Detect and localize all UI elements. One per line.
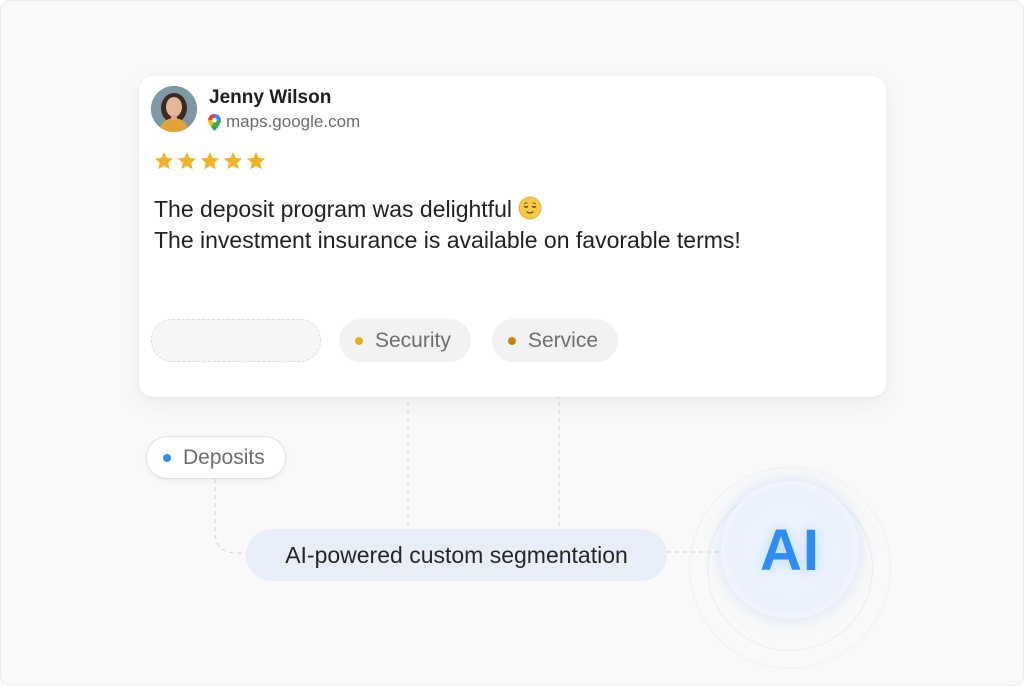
avatar — [151, 86, 197, 132]
ai-badge[interactable]: AI — [721, 481, 859, 619]
star-icon — [154, 151, 174, 170]
ai-badge-label: AI — [760, 517, 820, 583]
tag-dot-icon — [163, 453, 171, 462]
tag-dot-icon — [508, 336, 516, 345]
map-pin-icon — [208, 113, 221, 131]
relieved-face-emoji-icon — [518, 196, 542, 220]
avatar-portrait-icon — [151, 86, 197, 132]
review-text: The deposit program was delightful The i… — [154, 194, 741, 256]
review-text-line1: The deposit program was delightful — [154, 196, 512, 222]
review-source: maps.google.com — [208, 112, 360, 132]
review-text-line2: The investment insurance is available on… — [154, 227, 741, 253]
review-text-line: The deposit program was delightful — [154, 194, 741, 225]
tag-security[interactable]: Security — [339, 319, 471, 362]
tag-service[interactable]: Service — [492, 319, 619, 362]
segmentation-pill[interactable]: AI-powered custom segmentation — [246, 529, 667, 581]
tag-security-label: Security — [375, 328, 451, 352]
star-icon — [177, 151, 197, 170]
empty-tag-placeholder — [151, 319, 321, 362]
star-icon — [200, 151, 220, 170]
tag-dot-icon — [355, 336, 363, 345]
connector-deposits — [214, 479, 246, 554]
segmentation-label: AI-powered custom segmentation — [285, 541, 628, 568]
canvas-frame: Jenny Wilson maps.google.com The deposit… — [0, 0, 1024, 686]
tag-service-label: Service — [528, 328, 599, 352]
star-rating — [153, 150, 267, 172]
star-icon — [246, 151, 266, 170]
tag-deposits-label: Deposits — [183, 445, 265, 469]
star-icon — [223, 151, 243, 170]
tag-deposits[interactable]: Deposits — [146, 436, 286, 479]
reviewer-name: Jenny Wilson — [209, 87, 332, 108]
review-source-text: maps.google.com — [226, 112, 361, 131]
